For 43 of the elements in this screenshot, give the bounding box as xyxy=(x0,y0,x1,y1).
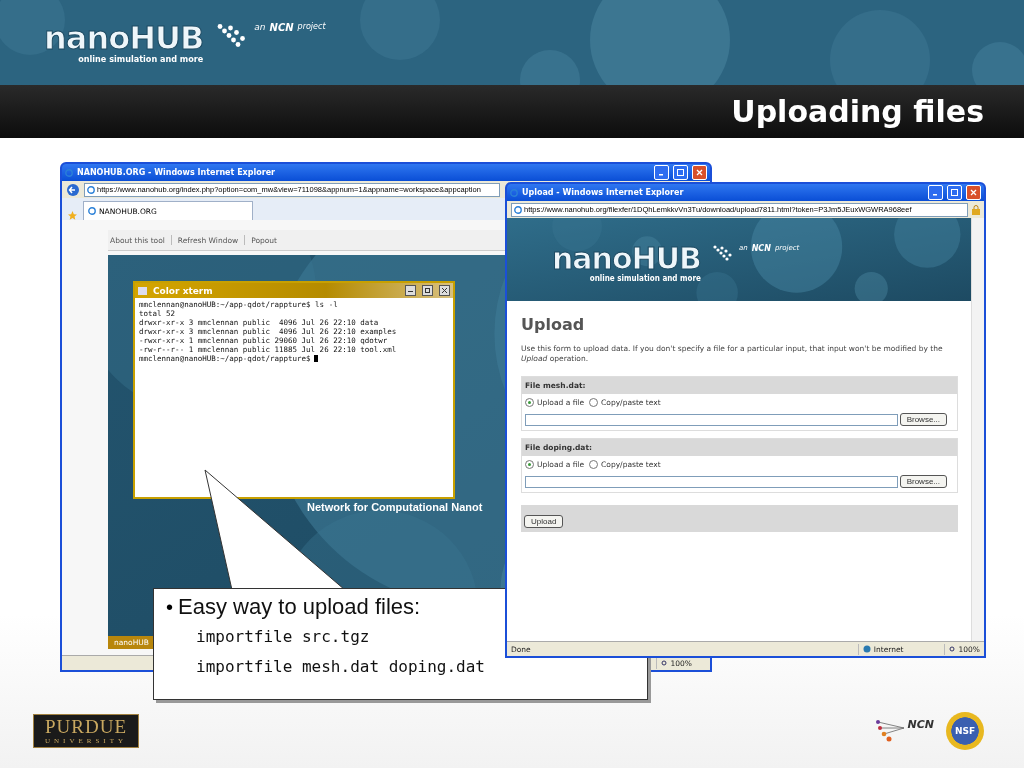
command-text: importfile src.tgz xyxy=(196,626,370,648)
tagline: online simulation and more xyxy=(78,54,204,64)
scrollbar[interactable] xyxy=(971,218,984,641)
maximize-icon xyxy=(951,189,958,196)
project-suffix: project xyxy=(297,22,326,31)
terminal-icon xyxy=(138,286,147,295)
back-icon[interactable] xyxy=(66,182,80,197)
browse-button[interactable]: Browse... xyxy=(899,413,947,426)
minimize-icon xyxy=(408,288,413,293)
window-title: Color xterm xyxy=(153,285,214,296)
project-prefix: an xyxy=(254,22,266,32)
network-dots-icon xyxy=(875,718,906,744)
close-icon xyxy=(442,288,447,293)
maximize-button[interactable] xyxy=(422,285,433,296)
upload-button[interactable]: Upload xyxy=(524,515,564,528)
zoom-icon xyxy=(660,659,668,667)
globe-icon xyxy=(862,645,871,653)
nsf-text: NSF xyxy=(954,726,976,736)
browse-button[interactable]: Browse... xyxy=(899,475,947,488)
callout-text: Easy way to upload files: xyxy=(178,594,421,620)
maximize-icon xyxy=(425,288,430,293)
lock-icon xyxy=(972,204,980,215)
close-button[interactable] xyxy=(439,285,450,296)
window-title: Upload - Windows Internet Explorer xyxy=(522,188,685,197)
project-name: NCN xyxy=(269,22,294,33)
ncn-logo-text: NCN xyxy=(907,718,934,731)
file-field[interactable] xyxy=(525,475,898,488)
file-field[interactable] xyxy=(525,413,898,426)
slide-title: Uploading files xyxy=(731,94,984,129)
university-name: PURDUE xyxy=(45,716,127,738)
close-icon xyxy=(970,189,977,196)
page-heading: Upload xyxy=(521,315,586,334)
banner-text: Network for Computational Nanot xyxy=(306,501,484,513)
minimize-button[interactable] xyxy=(405,285,416,296)
maximize-icon xyxy=(677,169,684,176)
star-icon[interactable] xyxy=(68,211,77,220)
command-text: importfile mesh.dat doping.dat xyxy=(196,656,485,678)
zoom-icon xyxy=(948,645,956,653)
logo: nanoHUB xyxy=(44,22,204,54)
window-title: NANOHUB.ORG - Windows Internet Explorer xyxy=(77,168,277,177)
bullet: • xyxy=(166,596,173,619)
cursor xyxy=(313,355,318,362)
close-icon xyxy=(696,169,703,176)
